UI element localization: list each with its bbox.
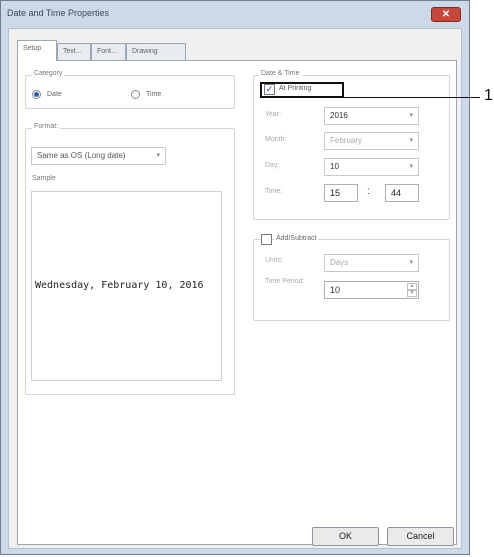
chevron-down-icon: ▾ <box>409 259 413 266</box>
add-subtract-label[interactable]: Add/Subtract <box>274 235 319 242</box>
time-radio-label[interactable]: Time <box>146 91 161 98</box>
callout-number: 1 <box>484 87 493 104</box>
time-period-value: 10 <box>330 285 341 295</box>
format-select[interactable]: Same as OS (Long date) ▾ <box>31 147 166 165</box>
month-value: February <box>330 136 363 145</box>
chevron-down-icon: ▾ <box>156 152 160 159</box>
tab-font[interactable]: Font... <box>91 43 126 60</box>
hour-field[interactable]: 15 <box>324 184 358 202</box>
format-group: Format: Same as OS (Long date) ▾ Sample … <box>25 123 235 395</box>
format-value: Same as OS (Long date) <box>37 151 126 160</box>
year-select[interactable]: 2016 ▾ <box>324 107 419 125</box>
chevron-down-icon: ▾ <box>409 112 413 119</box>
minute-field[interactable]: 44 <box>385 184 419 202</box>
tab-drawing[interactable]: Drawing <box>126 43 186 60</box>
time-separator: : <box>367 186 370 197</box>
ok-button[interactable]: OK <box>312 527 379 546</box>
at-printing-checkbox[interactable]: ✓ <box>264 84 275 95</box>
title-bar[interactable]: Date and Time Properties ✕ <box>1 1 469 27</box>
date-radio-label[interactable]: Date <box>47 91 62 98</box>
chevron-down-icon: ▾ <box>409 137 413 144</box>
time-period-label: Time Period: <box>265 278 305 285</box>
window-title: Date and Time Properties <box>7 8 110 18</box>
at-printing-label[interactable]: At Printing <box>279 85 311 92</box>
setup-panel: Category Date Time Format: Same as OS (L… <box>17 60 457 545</box>
date-radio[interactable] <box>32 90 41 99</box>
tab-text[interactable]: Text... <box>57 43 91 60</box>
date-time-label: Date & Time <box>259 70 302 77</box>
cancel-button[interactable]: Cancel <box>387 527 454 546</box>
year-label: Year: <box>265 111 282 118</box>
day-value: 10 <box>330 162 339 171</box>
close-icon: ✕ <box>441 9 451 20</box>
add-subtract-checkbox[interactable] <box>261 234 272 245</box>
tab-setup[interactable]: Setup <box>17 40 57 61</box>
spin-up-icon[interactable]: ▴ <box>407 283 417 290</box>
day-label: Day: <box>265 162 280 169</box>
time-period-stepper[interactable]: 10 ▴ ▾ <box>324 281 419 299</box>
time-radio[interactable] <box>131 90 140 99</box>
dialog-window: Date and Time Properties ✕ Setup Text...… <box>0 0 470 555</box>
category-group: Category Date Time <box>25 70 235 109</box>
month-select[interactable]: February ▾ <box>324 132 419 150</box>
category-label: Category <box>32 70 65 77</box>
spin-down-icon[interactable]: ▾ <box>407 290 417 297</box>
add-subtract-group: Add/Subtract Units: Days ▾ Time Period: 1… <box>253 234 450 321</box>
close-button[interactable]: ✕ <box>431 7 461 22</box>
day-select[interactable]: 10 ▾ <box>324 158 419 176</box>
units-label: Units: <box>265 257 283 264</box>
units-value: Days <box>330 258 349 267</box>
check-icon: ✓ <box>265 84 274 94</box>
chevron-down-icon: ▾ <box>409 163 413 170</box>
sample-label: Sample <box>32 175 56 182</box>
callout-line <box>336 97 480 98</box>
year-value: 2016 <box>330 111 348 120</box>
dialog-client-area: Setup Text... Font... Drawing Category D… <box>8 28 462 549</box>
sample-text: Wednesday, February 10, 2016 <box>35 280 204 291</box>
month-label: Month: <box>265 136 287 143</box>
format-label: Format: <box>32 123 61 130</box>
units-select[interactable]: Days ▾ <box>324 254 419 272</box>
sample-preview: Wednesday, February 10, 2016 <box>31 191 222 381</box>
time-label: Time: <box>265 188 283 195</box>
